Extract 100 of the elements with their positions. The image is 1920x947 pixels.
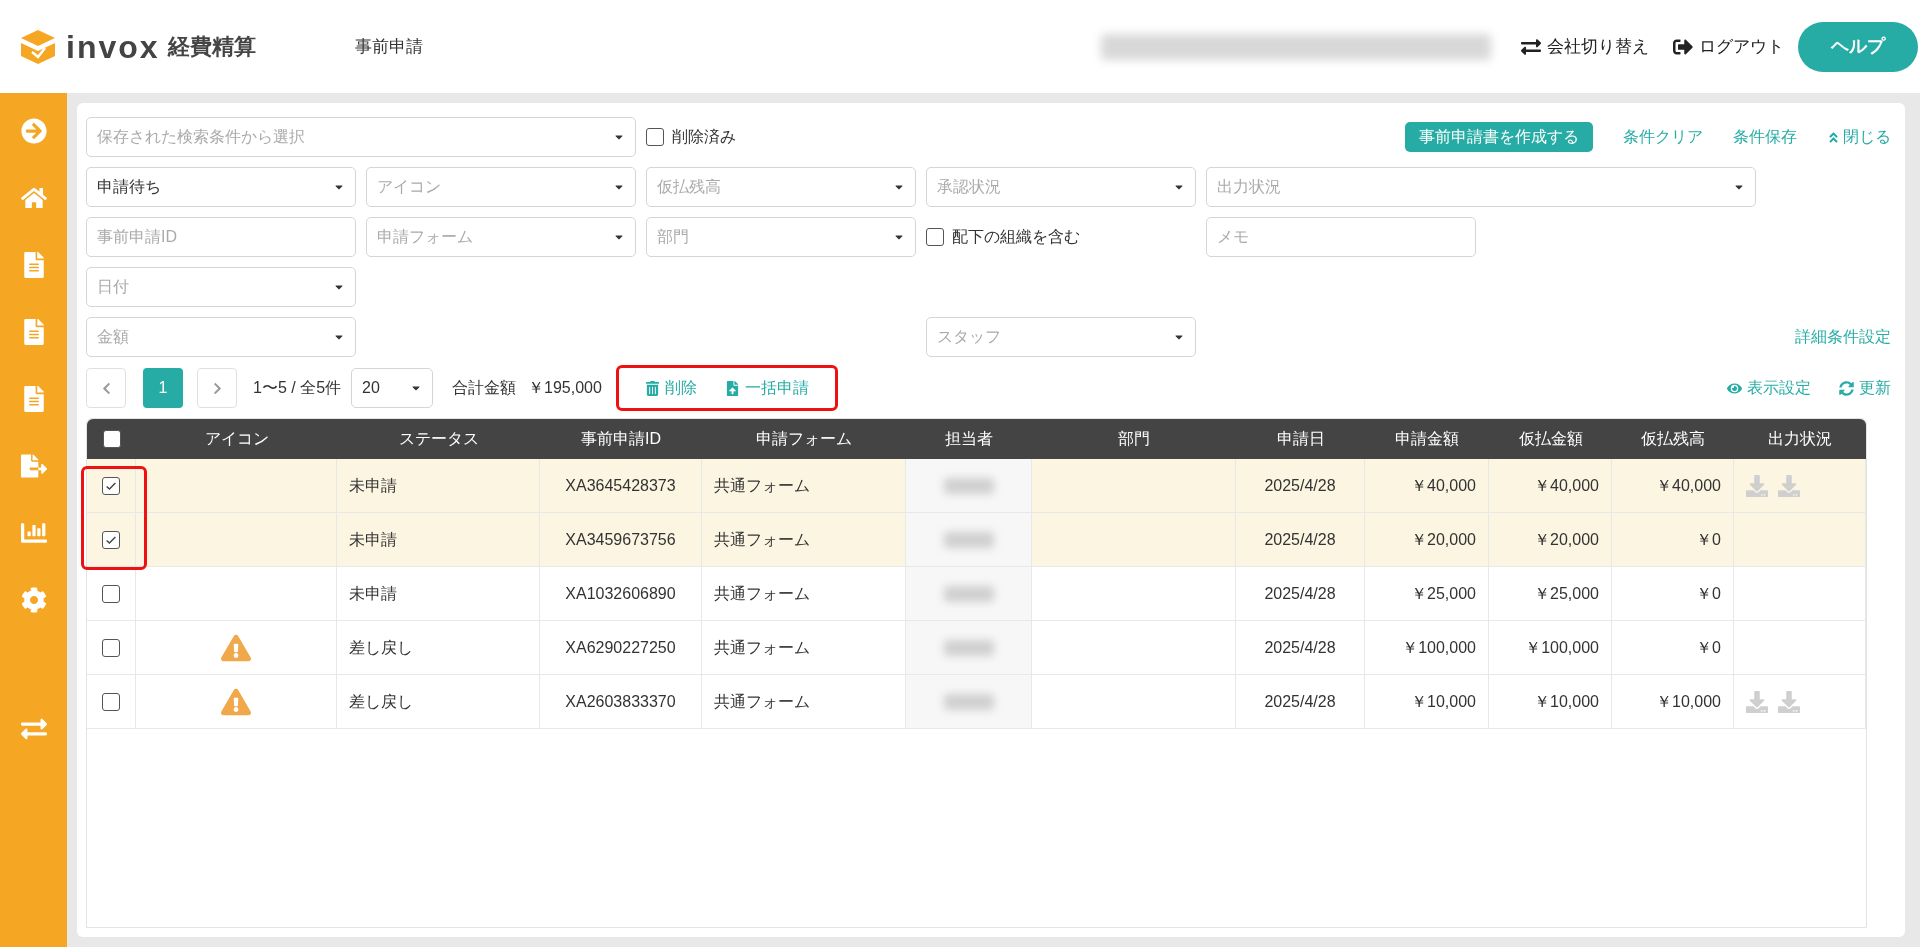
file-upload-icon — [724, 380, 740, 396]
dropdown-field[interactable]: 申請待ち — [86, 167, 356, 207]
table-cell-text: XA2603833370 — [565, 691, 676, 712]
table-cell-text: ￥20,000 — [1411, 529, 1476, 550]
create-button[interactable]: 事前申請書を作成する — [1405, 122, 1593, 152]
checkbox[interactable] — [102, 530, 120, 549]
column-header: アイコン — [203, 429, 270, 449]
column-header: 出力状況 — [1767, 429, 1833, 449]
collapse-link[interactable]: 閉じる — [1843, 125, 1891, 149]
checkbox[interactable] — [646, 128, 664, 146]
input-field[interactable]: メモ — [1206, 217, 1476, 257]
table-cell-text: ￥20,000 — [1534, 529, 1599, 550]
checkbox[interactable] — [102, 638, 120, 657]
settings-icon[interactable] — [20, 587, 47, 613]
range-text: 1〜5 / 全5件 — [253, 378, 342, 398]
table-cell-text: 2025/4/28 — [1264, 583, 1336, 604]
previous-page-button[interactable] — [86, 368, 126, 408]
header-link[interactable]: 会社切り替え — [1547, 33, 1649, 60]
download-icon[interactable] — [1746, 690, 1768, 713]
table-cell-text: ￥10,000 — [1656, 691, 1721, 712]
chart-icon[interactable] — [20, 520, 47, 546]
blurred-text — [943, 693, 994, 710]
chevron-up-icon — [1827, 130, 1840, 144]
dropdown-field[interactable]: 申請フォーム — [366, 217, 636, 257]
table-cell-text: XA1032606890 — [565, 583, 676, 604]
total-label: 合計金額 — [452, 378, 517, 398]
checkbox[interactable] — [926, 228, 944, 246]
table-row[interactable]: 差し戻し XA2603833370 共通フォーム 2025/4/28 ￥10,000 ￥10,000 ￥10,000 — [87, 675, 1866, 729]
table-cell-text: ￥10,000 — [1411, 691, 1476, 712]
table-cell-text: ￥0 — [1696, 529, 1721, 550]
link[interactable]: 条件保存 — [1733, 125, 1797, 149]
total-amount: ￥195,000 — [528, 378, 602, 398]
table-cell-text: 未申請 — [349, 529, 397, 550]
trash-icon — [644, 380, 660, 396]
logo-subtitle: 経費精算 — [167, 33, 256, 61]
column-header: 申請金額 — [1394, 429, 1460, 449]
download-icon[interactable] — [1746, 474, 1768, 497]
table-cell-text: 未申請 — [349, 583, 397, 604]
checkbox[interactable] — [102, 476, 120, 495]
page-title: 事前申請 — [355, 35, 423, 58]
dropdown-field[interactable]: 出力状況 — [1206, 167, 1756, 207]
table-row[interactable]: 未申請 XA1032606890 共通フォーム 2025/4/28 ￥25,000 ￥25,000 ￥0 — [87, 567, 1866, 621]
checkbox[interactable] — [102, 584, 120, 603]
download-icon[interactable] — [1778, 690, 1800, 713]
table-cell-text: XA3645428373 — [565, 475, 676, 496]
table-cell-text: 共通フォーム — [714, 691, 810, 712]
refresh-icon — [1839, 380, 1854, 396]
home-icon[interactable] — [20, 185, 47, 211]
action-link[interactable]: 削除 — [664, 376, 697, 400]
table-row[interactable]: 未申請 XA3459673756 共通フォーム 2025/4/28 ￥20,000 ￥20,000 ￥0 — [87, 513, 1866, 567]
dropdown-field[interactable]: 日付 — [86, 267, 356, 307]
input-field[interactable]: 事前申請ID — [86, 217, 356, 257]
table-cell-text: 共通フォーム — [714, 583, 810, 604]
blurred-text — [943, 585, 994, 602]
header-link[interactable]: ログアウト — [1699, 33, 1784, 60]
download-icon[interactable] — [1778, 474, 1800, 497]
dropdown-field[interactable]: 仮払残高 — [646, 167, 916, 207]
table-cell-text: ￥100,000 — [1525, 637, 1599, 658]
blurred-text — [943, 477, 994, 494]
table-cell-text: XA6290227250 — [565, 637, 676, 658]
blurred-text — [943, 531, 994, 548]
table-cell-text: ￥40,000 — [1656, 475, 1721, 496]
file-export-icon[interactable] — [20, 453, 47, 479]
table-cell-text: 差し戻し — [349, 637, 413, 658]
link[interactable]: 詳細条件設定 — [1795, 325, 1891, 349]
dropdown-field[interactable]: スタッフ — [926, 317, 1196, 357]
table-cell-text: 共通フォーム — [714, 529, 810, 550]
table-cell-text: ￥40,000 — [1534, 475, 1599, 496]
switch-arrows-icon[interactable] — [20, 716, 47, 742]
checkbox[interactable] — [102, 692, 120, 711]
table-cell-text: 共通フォーム — [714, 637, 810, 658]
next-page-button[interactable] — [197, 368, 237, 408]
column-header: 事前申請ID — [580, 429, 662, 449]
table-cell-text: 差し戻し — [349, 691, 413, 712]
checkbox[interactable] — [102, 430, 121, 448]
help-button[interactable]: ヘルプ — [1798, 21, 1918, 72]
dropdown-field[interactable]: 保存された検索条件から選択 — [86, 117, 636, 157]
page-button[interactable]: 1 — [143, 368, 183, 408]
action-link[interactable]: 表示設定 — [1747, 376, 1811, 400]
table-cell-text: ￥10,000 — [1534, 691, 1599, 712]
table-cell-text: ￥25,000 — [1411, 583, 1476, 604]
per-page-dropdown[interactable]: 20 — [351, 368, 434, 408]
action-link[interactable]: 一括申請 — [744, 376, 809, 400]
table-row[interactable]: 差し戻し XA6290227250 共通フォーム 2025/4/28 ￥100,000 ￥100,000 ￥0 — [87, 621, 1866, 675]
action-link[interactable]: 更新 — [1859, 376, 1891, 400]
blurred-text — [943, 639, 994, 656]
dropdown-field[interactable]: 金額 — [86, 317, 356, 357]
table-cell-text: ￥40,000 — [1411, 475, 1476, 496]
dropdown-field[interactable]: アイコン — [366, 167, 636, 207]
dropdown-field[interactable]: 承認状況 — [926, 167, 1196, 207]
column-header: 部門 — [1117, 429, 1151, 449]
table-cell-text: 共通フォーム — [714, 475, 810, 496]
table-cell-text: XA3459673756 — [565, 529, 676, 550]
table-cell-text: 2025/4/28 — [1264, 529, 1336, 550]
checkbox-label: 配下の組織を含む — [952, 227, 1080, 247]
link[interactable]: 条件クリア — [1623, 125, 1703, 149]
dropdown-field[interactable]: 部門 — [646, 217, 916, 257]
column-header: 担当者 — [944, 429, 994, 449]
table-row[interactable]: 未申請 XA3645428373 共通フォーム 2025/4/28 ￥40,000 ￥40,000 ￥40,000 — [87, 459, 1866, 513]
logo-text: invox — [66, 27, 160, 67]
